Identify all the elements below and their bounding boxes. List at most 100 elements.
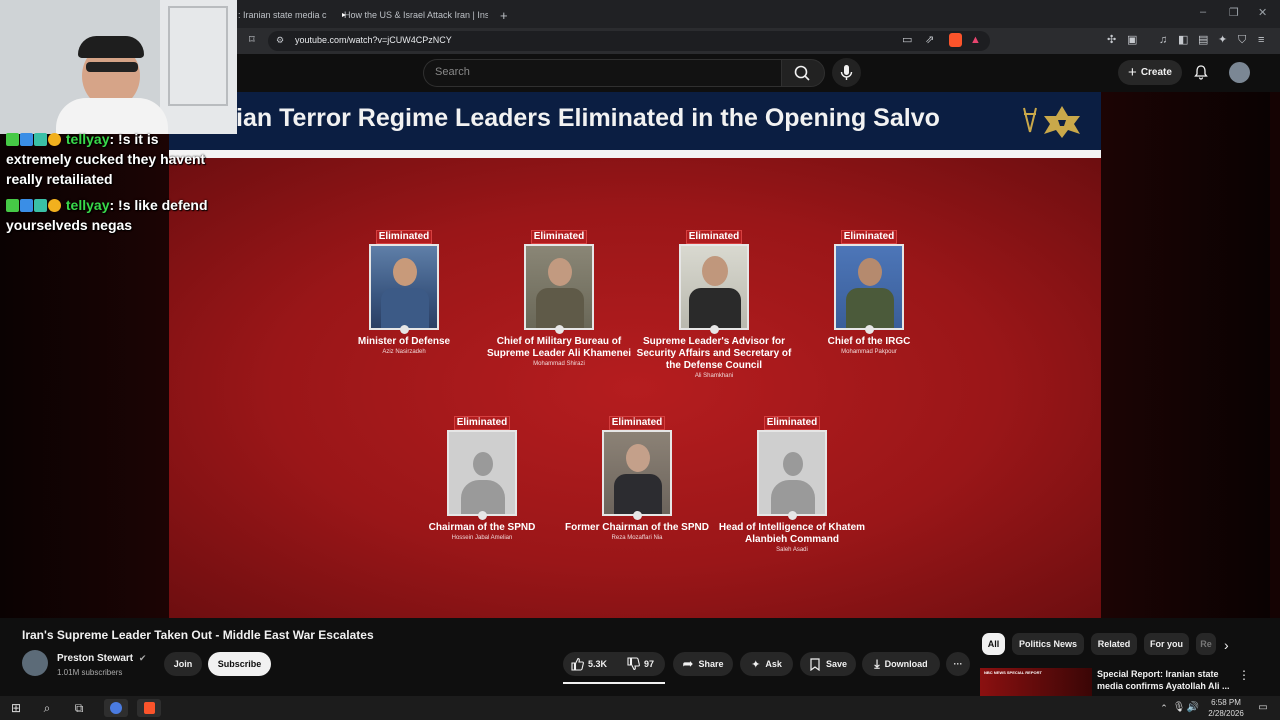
video-side-right [1101,92,1270,618]
voice-search-button[interactable] [832,58,861,87]
card-name: Aziz Nasirzadeh [382,349,426,355]
tab-search-icon[interactable]: ▣ [1127,33,1137,47]
portrait-placeholder [447,430,517,516]
eliminated-card: Eliminated Chairman of the SPND Hossein … [402,412,562,541]
eliminated-card: Eliminated Chief of the IRGC Mohammad Pa… [789,226,949,355]
restore-icon[interactable]: ❐ [1229,6,1239,19]
like-button[interactable]: 5.3K [570,657,607,671]
card-role: Former Chairman of the SPND [565,522,709,533]
start-icon[interactable]: ⊞ [7,699,25,717]
share-page-icon[interactable]: ⇗ [925,33,934,47]
chip-for-you[interactable]: For you [1144,633,1189,655]
eliminated-badge: Eliminated [608,416,666,430]
card-role: Chief of the IRGC [827,336,911,347]
save-button[interactable]: Save [800,652,856,676]
more-label: ··· [953,659,963,669]
bell-icon [1194,65,1208,80]
badge-icon [34,199,47,212]
channel-name[interactable]: Preston Stewart ✔ [57,653,146,664]
subscriber-count: 1.01M subscribers [57,668,123,677]
share-label: Share [698,659,724,669]
chat-username: tellyay [65,131,110,147]
browser-tab-active[interactable]: How the US & Israel Attack Iran | Insi [338,5,488,25]
chevron-right-icon[interactable]: › [1224,637,1229,653]
brave-icon [143,702,155,714]
cast-icon[interactable]: ▭ [902,33,912,47]
download-button[interactable]: ⤓ Download [862,652,940,676]
site-info-icon[interactable]: ⚙ [276,33,284,47]
extensions-icon[interactable]: ✣ [1107,33,1116,47]
join-label: Join [173,659,193,669]
portrait-photo [524,244,594,330]
search-button[interactable] [781,59,825,87]
eliminated-badge: Eliminated [530,230,588,244]
chip-politics-news[interactable]: Politics News [1012,633,1084,655]
chip-related[interactable]: Related [1091,633,1137,655]
search-input[interactable] [423,59,782,87]
recommended-title[interactable]: Special Report: Iranian state media conf… [1097,668,1237,692]
webcam-overlay [0,0,237,134]
chat-message: tellyay: !s like defend yourselveds nega… [6,197,208,233]
card-name: Hossein Jabal Amelian [451,535,513,541]
idf-logo-icon [1023,106,1080,138]
share-icon: ➦ [682,656,694,671]
chip-recently-uploaded[interactable]: Re [1196,633,1216,655]
vpn-icon[interactable]: ⛉ [1238,33,1246,47]
brave-shield-icon[interactable] [949,33,962,47]
eliminated-card: Eliminated Chief of Military Bureau of S… [479,226,639,367]
bookmark-icon[interactable]: ⌑ [249,33,255,47]
windows-taskbar [0,696,1280,720]
recommended-thumbnail[interactable]: NBC NEWS SPECIAL REPORT [980,668,1092,696]
sidebar-icon[interactable]: ◧ [1178,33,1188,47]
brave-rewards-icon[interactable]: ▲ [970,33,981,47]
taskbar-search-icon[interactable]: ⌕ [38,699,56,717]
clock-date: 2/28/2026 [1208,709,1244,718]
card-name: Mohammad Pakpour [841,349,897,355]
video-banner-title: ian Terror Regime Leaders Eliminated in … [236,104,940,132]
recommendation-menu-icon[interactable]: ⋮ [1238,668,1250,682]
join-button[interactable]: Join [164,652,202,676]
task-view-icon[interactable]: ⧉ [70,699,88,717]
card-dot [477,511,487,520]
account-avatar[interactable] [1229,62,1250,83]
minimize-icon[interactable]: – [1200,6,1206,18]
ask-button[interactable]: ✦ Ask [740,652,793,676]
chat-message: tellyay: !s it is extremely cucked they … [6,131,206,187]
chip-all[interactable]: All [982,633,1005,655]
new-tab-button[interactable]: + [500,5,508,25]
card-dot [787,511,797,520]
save-label: Save [825,659,848,669]
video-title: Iran's Supreme Leader Taken Out - Middle… [22,628,374,642]
more-actions-button[interactable]: ··· [946,652,970,676]
notification-center-icon[interactable]: ▭ [1254,699,1272,717]
badge-icon [48,199,61,212]
wallet-icon[interactable]: ▤ [1198,33,1208,47]
thumbnail-caption: NBC NEWS SPECIAL REPORT [984,670,1042,675]
badge-icon [20,199,33,212]
portrait-photo [679,244,749,330]
media-icon[interactable]: ♫ [1159,33,1167,47]
dislike-count: 97 [644,659,655,669]
eliminated-badge: Eliminated [685,230,743,244]
badge-icon [48,133,61,146]
channel-avatar[interactable] [22,650,48,676]
leo-ai-icon[interactable]: ✦ [1218,33,1227,47]
verified-icon: ✔ [138,653,147,663]
chat-username: tellyay [65,197,110,213]
subscribe-button[interactable]: Subscribe [208,652,271,676]
download-icon: ⤓ [874,656,880,671]
share-button[interactable]: ➦ Share [673,652,733,676]
browser-tab[interactable]: : Iranian state media c [238,5,328,25]
create-button[interactable]: + Create [1118,60,1182,85]
taskbar-brave-button[interactable] [137,699,161,717]
url-text[interactable]: youtube.com/watch?v=jCUW4CPzNCY [295,35,452,45]
notifications-button[interactable] [1193,64,1209,85]
taskbar-clock[interactable]: 6:58 PM 2/28/2026 [1198,697,1254,719]
like-count: 5.3K [588,659,608,669]
dislike-button[interactable]: 97 [626,657,654,671]
clock-time: 6:58 PM [1211,698,1241,707]
card-role: Chief of Military Bureau of Supreme Lead… [486,336,632,359]
menu-icon[interactable]: ≡ [1258,33,1264,47]
taskbar-app-button[interactable] [104,699,128,717]
close-icon[interactable]: ✕ [1258,6,1267,19]
